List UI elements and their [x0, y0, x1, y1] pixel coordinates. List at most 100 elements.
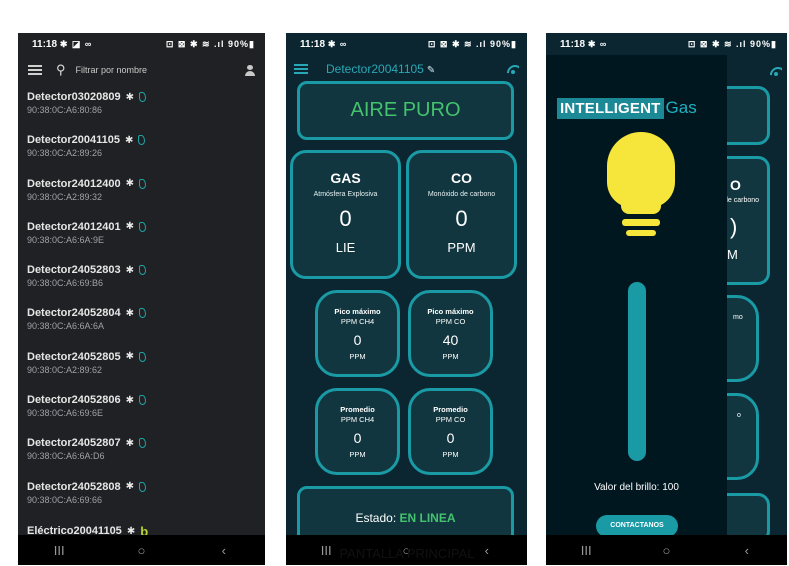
recents-button[interactable]: III: [39, 543, 79, 558]
logo-gas-text: Gas: [665, 98, 697, 117]
device-list-item[interactable]: Detector24052805 ✱ 90:38:0C:A2:89:62: [27, 345, 265, 388]
device-list-item[interactable]: Detector20041105 ✱ 90:38:0C:A2:89:26: [27, 128, 265, 171]
co-card-peek: O de carbono ) M: [724, 156, 770, 285]
bluetooth-icon: ✱: [125, 481, 134, 493]
avg-ch4-value: 0: [353, 430, 362, 446]
device-mac: 90:38:0C:A2:89:26: [27, 148, 103, 159]
status-right-icons: ⊡ ⊠ ✱ ≋ .ıl 90%▮: [427, 38, 517, 49]
device-mac: 90:38:0C:A6:6A:6A: [27, 321, 105, 332]
peak-ch4-subtitle: PPM CH4: [340, 317, 375, 326]
avg-co-value: 0: [446, 430, 455, 446]
bluetooth-icon: ✱: [125, 178, 134, 190]
device-name: Detector03020809: [27, 91, 121, 103]
home-button[interactable]: ○: [646, 543, 686, 558]
recents-button[interactable]: III: [566, 543, 606, 558]
device-name: Detector24052806: [27, 394, 121, 407]
status-time: 11:18: [300, 38, 326, 50]
avg-card-peek: o: [724, 393, 759, 480]
device-name: Detector24052804: [27, 307, 121, 320]
connection-status: Estado: EN LINEA: [300, 511, 511, 525]
search-icon: ⚲: [56, 62, 66, 77]
bluetooth-icon: ✱: [125, 264, 134, 276]
brightness-screen: 11:18 ✱ ∞ ⊡ ⊠ ✱ ≋ .ıl 90%▮ O de carbono …: [546, 33, 787, 565]
flame-icon: [138, 178, 146, 189]
search-input[interactable]: Filtrar por nombre: [76, 65, 245, 75]
peak-ch4-unit: PPM: [349, 352, 366, 361]
co-unit-peek: M: [727, 247, 738, 262]
co-card: CO Monóxido de carbono 0 PPM: [406, 150, 517, 279]
flame-icon: [138, 308, 146, 319]
status-bar: 11:18 ✱ ◪ ∞ ⊡ ⊠ ✱ ≋ .ıl 90%▮: [18, 33, 265, 55]
flame-icon: [138, 135, 146, 146]
system-nav-bar: III ○ ‹: [546, 535, 787, 565]
gas-unit: LIE: [335, 240, 356, 255]
back-button[interactable]: ‹: [727, 543, 767, 558]
main-screen: 11:18 ✱ ∞ ⊡ ⊠ ✱ ≋ .ıl 90%▮ Detector20041…: [286, 33, 527, 565]
bluetooth-icon: ✱: [125, 394, 134, 406]
status-time: 11:18: [32, 38, 58, 50]
peak-co-subtitle: PPM CO: [435, 317, 466, 326]
status-label: Estado:: [355, 511, 397, 525]
device-name: Detector24012400: [27, 177, 121, 190]
co-title-peek: O: [730, 177, 741, 193]
bluetooth-icon: ✱: [125, 91, 134, 103]
bluetooth-icon: ✱: [124, 134, 134, 146]
device-list-item[interactable]: Detector03020809 ✱ 90:38:0C:A6:80:86: [27, 85, 265, 128]
air-status-text: AIRE PURO: [350, 99, 461, 121]
device-name: Detector24052803: [27, 264, 121, 277]
flame-icon: [138, 265, 146, 276]
device-mac: 90:38:0C:A6:6A:D6: [27, 451, 105, 462]
search-bar: ⚲ Filtrar por nombre: [18, 55, 265, 85]
device-list-item[interactable]: Detector24052808 ✱ 90:38:0C:A6:69:66: [27, 475, 265, 518]
bluetooth-icon: ✱: [125, 307, 134, 319]
peak-ch4-value: 0: [353, 332, 362, 348]
status-value: EN LINEA: [399, 511, 456, 525]
device-list-item[interactable]: Detector24052807 ✱ 90:38:0C:A6:6A:D6: [27, 431, 265, 474]
device-list-item[interactable]: Detector24012400 ✱ 90:38:0C:A2:89:32: [27, 172, 265, 215]
dashboard: AIRE PURO GAS Atmósfera Explosiva 0 LIE …: [286, 55, 527, 546]
flame-icon: [138, 395, 146, 406]
status-left-icons: ✱ ◪ ∞: [59, 38, 93, 49]
avg-co-title: Promedio: [433, 405, 468, 414]
status-left-icons: ✱ ∞: [587, 38, 608, 49]
intelligent-gas-logo: INTELLIGENT Gas: [557, 96, 697, 120]
bluetooth-icon: ✱: [125, 351, 134, 363]
screen-caption: PANTALLA PRINCIPAL: [339, 546, 475, 561]
device-name: Detector20041105: [27, 134, 120, 147]
avg-co-subtitle: PPM CO: [435, 415, 466, 424]
co-value: 0: [455, 206, 468, 231]
gas-value: 0: [339, 206, 352, 231]
device-mac: 90:38:0C:A2:89:62: [27, 364, 103, 375]
home-button[interactable]: ○: [121, 543, 161, 558]
avg-co-card: Promedio PPM CO 0 PPM: [408, 388, 493, 475]
peak-co-card: Pico máximo PPM CO 40 PPM: [408, 290, 493, 377]
status-left-icons: ✱ ∞: [327, 38, 348, 49]
co-subtitle: Monóxido de carbono: [427, 191, 496, 198]
device-list-item[interactable]: Detector24012401 ✱ 90:38:0C:A6:6A:9E: [27, 215, 265, 258]
device-list-item[interactable]: Detector24052803 ✱ 90:38:0C:A6:69:B6: [27, 258, 265, 301]
device-list-item[interactable]: Detector24052804 ✱ 90:38:0C:A6:6A:6A: [27, 301, 265, 344]
person-icon[interactable]: [245, 64, 255, 76]
bluetooth-icon: ✱: [125, 437, 134, 449]
menu-icon[interactable]: [28, 65, 42, 75]
bluetooth-icon: ✱: [125, 221, 134, 233]
peak-card-peek: mo: [724, 295, 759, 382]
peak-co-title: Pico máximo: [427, 307, 474, 316]
contact-button[interactable]: CONTACTANOS: [596, 515, 678, 537]
device-name: Detector24052808: [27, 480, 121, 493]
flame-icon: [138, 92, 146, 102]
co-value-peek: ): [730, 214, 738, 239]
device-mac: 90:38:0C:A6:69:66: [27, 494, 103, 505]
peak-co-unit: PPM: [442, 352, 459, 361]
device-list-item[interactable]: Detector24052806 ✱ 90:38:0C:A6:69:6E: [27, 388, 265, 431]
brightness-drawer: INTELLIGENT Gas Valor del brillo: 100 CON…: [546, 55, 727, 537]
device-list-screen: 11:18 ✱ ◪ ∞ ⊡ ⊠ ✱ ≋ .ıl 90%▮ ⚲ Filtrar p…: [18, 33, 265, 565]
peak-ch4-card: Pico máximo PPM CH4 0 PPM: [315, 290, 400, 377]
peak-ch4-title: Pico máximo: [334, 307, 381, 316]
background-peek: O de carbono ) M mo o: [724, 33, 787, 565]
back-button[interactable]: ‹: [204, 543, 244, 558]
peak-title-peek: mo: [733, 314, 743, 321]
co-title: CO: [451, 170, 472, 186]
brightness-slider[interactable]: [628, 282, 646, 461]
device-mac: 90:38:0C:A6:6A:9E: [27, 234, 105, 245]
